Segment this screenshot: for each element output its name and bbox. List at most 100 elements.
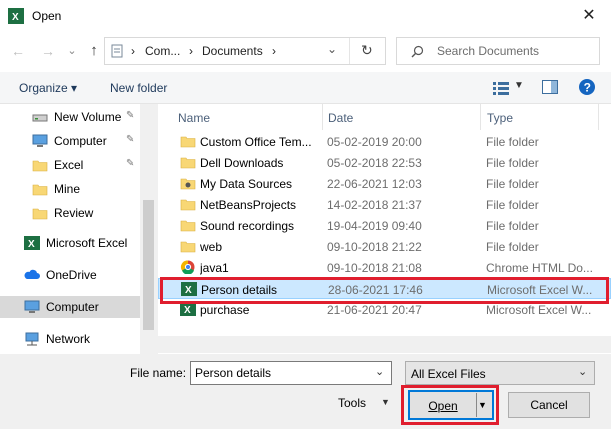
file-type: Microsoft Excel W...	[486, 303, 592, 317]
sidebar-scroll-thumb[interactable]	[143, 200, 154, 330]
sidebar-item-excel[interactable]: Excel ✎	[0, 154, 140, 176]
excel-app-icon: X	[8, 8, 24, 24]
file-type-select[interactable]: All Excel Files ⌄	[405, 361, 595, 385]
sidebar-item-microsoft-excel[interactable]: X Microsoft Excel	[0, 232, 140, 254]
pin-icon: ✎	[126, 110, 135, 121]
file-name: Dell Downloads	[200, 156, 284, 170]
file-date: 14-02-2018 21:37	[327, 198, 422, 212]
file-row[interactable]: Sound recordings 19-04-2019 09:40 File fol…	[158, 215, 611, 236]
file-type-dropdown-icon[interactable]: ⌄	[578, 365, 587, 378]
command-bar: Organize ▾ New folder ▼ ?	[0, 72, 611, 104]
selected-file-highlight	[160, 277, 609, 304]
file-name: My Data Sources	[200, 177, 293, 191]
address-bar[interactable]: › Com... › Documents › ⌄ ↻	[104, 37, 386, 65]
file-name-field[interactable]: ⌄	[190, 361, 392, 385]
open-button[interactable]: Open ▼	[408, 390, 494, 420]
view-options-icon[interactable]	[493, 81, 509, 95]
breadcrumb-sep-icon: ›	[272, 44, 276, 58]
breadcrumb-computer[interactable]: Com...	[145, 44, 180, 58]
file-row[interactable]: Dell Downloads 05-02-2018 22:53 File folde…	[158, 152, 611, 173]
address-dropdown-icon[interactable]: ⌄	[327, 42, 337, 56]
column-divider[interactable]	[598, 104, 599, 130]
file-row[interactable]: NetBeansProjects 14-02-2018 21:37 File fol…	[158, 194, 611, 215]
sidebar-item-onedrive[interactable]: OneDrive	[0, 264, 140, 286]
open-dropdown-icon[interactable]: ▼	[478, 393, 487, 417]
sidebar-item-computer[interactable]: Computer	[0, 296, 140, 318]
folder-icon	[180, 199, 196, 211]
svg-text:X: X	[28, 239, 35, 250]
excel-icon: X	[24, 236, 40, 250]
file-date: 05-02-2018 22:53	[327, 156, 422, 170]
close-icon[interactable]: ✕	[576, 6, 602, 26]
sidebar-item-new-volume[interactable]: New Volume ✎	[0, 106, 140, 128]
sidebar-item-label: OneDrive	[46, 268, 97, 282]
address-divider	[349, 38, 350, 64]
file-type: File folder	[486, 219, 539, 233]
sidebar-item-mine[interactable]: Mine	[0, 178, 140, 200]
file-name-dropdown-icon[interactable]: ⌄	[375, 365, 384, 378]
folder-icon	[180, 241, 196, 253]
breadcrumb-sep-icon: ›	[131, 44, 135, 58]
new-folder-button[interactable]: New folder	[110, 81, 167, 95]
folder-icon	[32, 160, 48, 172]
data-sources-icon	[180, 178, 196, 190]
horizontal-scrollbar[interactable]	[158, 336, 611, 353]
breadcrumb-documents[interactable]: Documents	[202, 44, 263, 58]
sidebar-item-network[interactable]: Network	[0, 328, 140, 350]
file-date: 22-06-2021 12:03	[327, 177, 422, 191]
breadcrumb-sep-icon: ›	[189, 44, 193, 58]
view-dropdown-icon[interactable]: ▼	[514, 80, 524, 91]
file-name: Custom Office Tem...	[200, 135, 312, 149]
file-date: 09-10-2018 21:08	[327, 261, 422, 275]
sidebar-item-label: Computer	[54, 134, 107, 148]
file-date: 21-06-2021 20:47	[327, 303, 422, 317]
cloud-icon	[24, 269, 40, 279]
file-name: web	[200, 240, 223, 254]
network-icon	[25, 332, 39, 346]
file-row[interactable]: web 09-10-2018 21:22 File folder	[158, 236, 611, 257]
sidebar-item-label: Excel	[54, 158, 84, 172]
sidebar-item-review[interactable]: Review	[0, 202, 140, 224]
sidebar-item-computer-pinned[interactable]: Computer ✎	[0, 130, 140, 152]
column-divider[interactable]	[322, 104, 323, 130]
sidebar-item-label: Mine	[54, 182, 81, 196]
tools-dropdown-icon[interactable]: ▼	[381, 397, 390, 407]
column-divider[interactable]	[480, 104, 481, 130]
folder-icon	[180, 220, 196, 232]
navigation-bar: ← → ⌄ ↑ › Com... › Documents › ⌄ ↻ Searc…	[0, 32, 611, 72]
forward-icon[interactable]: →	[38, 41, 58, 61]
up-icon[interactable]: ↑	[84, 41, 104, 61]
folder-icon	[32, 184, 48, 196]
split-divider	[476, 393, 477, 417]
file-row[interactable]: My Data Sources 22-06-2021 12:03 File fold…	[158, 173, 611, 194]
svg-text:?: ?	[584, 81, 591, 95]
file-name: Sound recordings	[200, 219, 295, 233]
file-row[interactable]: Custom Office Tem... 05-02-2019 20:00 File…	[158, 131, 611, 152]
search-placeholder: Search Documents	[437, 44, 540, 58]
back-icon[interactable]: ←	[8, 41, 28, 61]
tools-button[interactable]: Tools	[338, 396, 366, 410]
search-box[interactable]: Search Documents	[396, 37, 600, 65]
folder-icon	[32, 208, 48, 220]
cancel-button[interactable]: Cancel	[508, 392, 590, 418]
help-icon[interactable]: ?	[579, 79, 595, 95]
column-name[interactable]: Name	[178, 111, 210, 125]
organize-button[interactable]: Organize ▾	[19, 81, 77, 95]
search-icon	[411, 45, 424, 58]
file-type: File folder	[486, 177, 539, 191]
title-bar: X Open ✕	[0, 0, 611, 32]
pin-icon: ✎	[126, 134, 135, 145]
column-date[interactable]: Date	[328, 111, 353, 125]
file-name: purchase	[200, 303, 250, 317]
file-row[interactable]: java1 09-10-2018 21:08 Chrome HTML Do...	[158, 257, 611, 278]
preview-pane-icon[interactable]	[542, 80, 558, 94]
dialog-footer: File name: ⌄ All Excel Files ⌄ Tools ▼ O…	[0, 354, 611, 429]
refresh-icon[interactable]: ↻	[361, 42, 373, 59]
recent-locations-icon[interactable]: ⌄	[62, 41, 82, 61]
sort-ascending-icon: ^	[244, 104, 249, 110]
sidebar-item-label: Computer	[46, 300, 99, 314]
file-name-input[interactable]	[195, 363, 365, 383]
open-button-label: Open	[428, 399, 458, 413]
folder-icon	[180, 157, 196, 169]
column-type[interactable]: Type	[487, 111, 513, 125]
